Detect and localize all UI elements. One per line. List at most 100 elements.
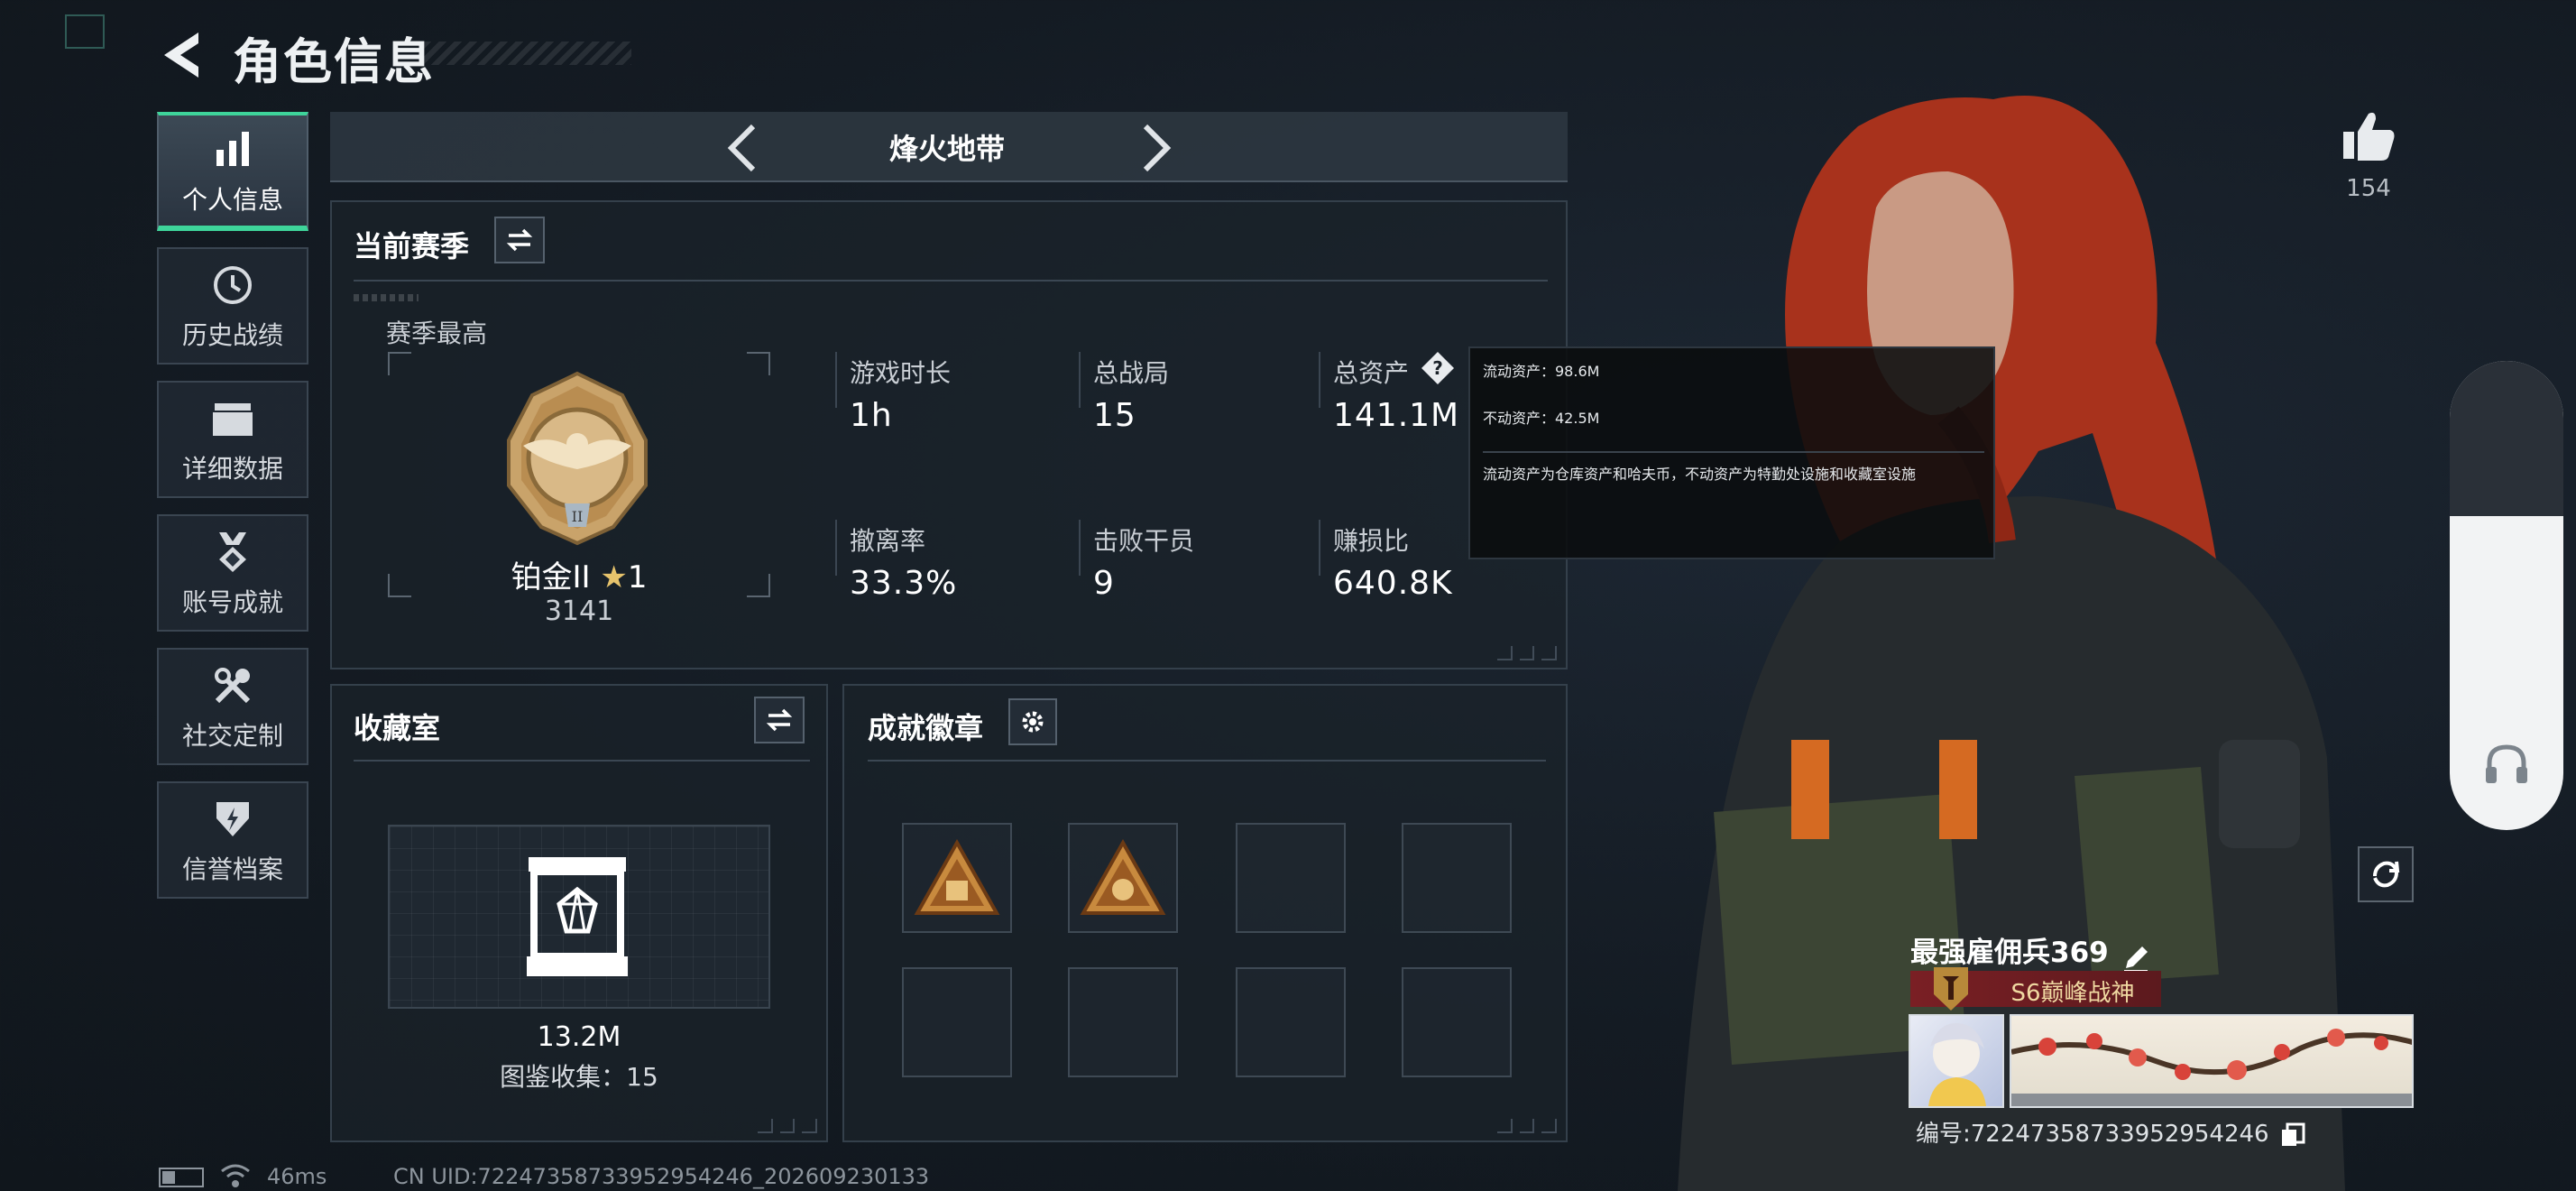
sidebar-item-details[interactable]: 详细数据 — [157, 381, 308, 498]
ping-text: 46ms — [267, 1164, 327, 1189]
sidebar-item-personal-info[interactable]: 个人信息 — [157, 112, 308, 231]
stat-divider — [1319, 352, 1320, 408]
divider — [354, 760, 810, 762]
player-id-text: 编号:722473587339529542​46 — [1916, 1121, 2269, 1148]
stat-label-extraction-rate: 撤离率 — [850, 526, 926, 556]
achievements-title: 成就徽章 — [868, 711, 984, 745]
gear-icon — [1022, 711, 1044, 733]
medal-icon — [207, 527, 258, 577]
corner-decoration — [758, 1119, 818, 1133]
player-banner[interactable] — [2010, 1014, 2414, 1108]
help-icon[interactable]: ? — [1420, 350, 1456, 386]
sidebar-item-credit[interactable]: 信誉档案 — [157, 781, 308, 899]
chevron-right-icon — [1143, 124, 1172, 172]
corner-decoration — [1497, 646, 1558, 660]
tooltip-fixed-assets: 不动资产：42.5M — [1483, 410, 1600, 427]
edit-icon[interactable] — [2121, 943, 2151, 974]
history-clock-icon — [207, 260, 258, 310]
tooltip-description: 流动资产为仓库资产和哈夫币，不动资产为特勤处设施和收藏室设施 — [1483, 466, 1917, 483]
sidebar-item-label: 历史战绩 — [181, 320, 283, 350]
stat-label-profit-ratio: 赚损比 — [1333, 526, 1410, 556]
collection-catalog: 图鉴收集：15 — [500, 1062, 658, 1092]
rank-name: 铂金II — [511, 559, 591, 596]
stat-label-total-matches: 总战局 — [1093, 358, 1170, 388]
shield-icon — [207, 794, 258, 845]
collection-value: 13.2M — [537, 1021, 621, 1053]
rank-stars: 1 — [627, 559, 648, 596]
chevron-left-icon — [727, 124, 756, 172]
player-title: S6巅峰战神 — [2010, 980, 2135, 1007]
sidebar-item-label: 账号成就 — [181, 587, 283, 617]
badge-slot-2[interactable] — [1068, 823, 1178, 933]
tooltip-divider — [1483, 451, 1984, 453]
swap-arrows-icon — [506, 228, 533, 252]
sidebar-item-achievements[interactable]: 账号成就 — [157, 514, 308, 632]
title-emblem-icon — [1930, 964, 1972, 1014]
tools-icon — [207, 660, 258, 711]
page-title: 角色信息 — [233, 33, 435, 90]
achievements-settings-button[interactable] — [1008, 698, 1057, 745]
camera-slider[interactable] — [2450, 361, 2563, 830]
copy-icon[interactable] — [2280, 1122, 2305, 1148]
svg-text:?: ? — [1432, 357, 1443, 379]
collection-title: 收藏室 — [354, 711, 441, 745]
sidebar-item-social[interactable]: 社交定制 — [157, 648, 308, 765]
swap-arrows-icon — [766, 708, 793, 732]
like-button[interactable] — [2340, 106, 2397, 164]
stat-value-total-matches: 15 — [1093, 397, 1136, 434]
uid-text: CN UID:722473587339529542​46_20260923013… — [393, 1164, 930, 1189]
thumbs-up-icon — [2343, 112, 2395, 161]
title-decoration — [424, 42, 631, 65]
badge-slot-8[interactable] — [1402, 967, 1512, 1077]
player-avatar[interactable] — [1909, 1014, 2004, 1108]
corner-deco — [65, 14, 105, 49]
badge-slot-5[interactable] — [902, 967, 1012, 1077]
mode-title: 烽火地带 — [888, 132, 1005, 166]
rotate-button[interactable] — [2358, 846, 2414, 902]
mode-prev-button[interactable] — [717, 121, 771, 175]
stat-divider — [1079, 352, 1081, 408]
corner-decoration — [1497, 1119, 1558, 1133]
rank-emblem-icon: II — [487, 368, 667, 549]
stat-divider — [835, 520, 837, 576]
back-button[interactable] — [155, 27, 209, 83]
sidebar-item-label: 详细数据 — [181, 454, 283, 484]
mode-next-button[interactable] — [1127, 121, 1182, 175]
sidebar-item-history[interactable]: 历史战绩 — [157, 247, 308, 365]
stat-divider — [1079, 520, 1081, 576]
stat-label-total-assets: 总资产 — [1333, 358, 1410, 388]
triangle-badge-icon — [1080, 839, 1166, 915]
badge-slot-7[interactable] — [1236, 967, 1346, 1077]
season-best-label: 赛季最高 — [386, 319, 488, 348]
like-count: 154 — [2346, 175, 2391, 202]
rank-score: 3141 — [544, 596, 614, 627]
player-id: 编号:722473587339529542​46 — [1916, 1115, 2305, 1149]
divider — [354, 280, 1548, 282]
stat-divider — [835, 352, 837, 408]
stat-value-profit-ratio: 640.8K — [1333, 565, 1453, 602]
stat-divider — [1319, 520, 1320, 576]
sidebar-item-label: 社交定制 — [181, 721, 283, 751]
stat-label-play-time: 游戏时长 — [850, 358, 952, 388]
refresh-icon — [2373, 861, 2400, 888]
badge-slot-1[interactable] — [902, 823, 1012, 933]
stat-value-play-time: 1h — [850, 397, 893, 434]
season-title: 当前赛季 — [354, 229, 470, 263]
sidebar-item-label: 信誉档案 — [181, 854, 283, 884]
badge-slot-6[interactable] — [1068, 967, 1178, 1077]
battery-icon — [159, 1168, 204, 1187]
svg-text:II: II — [572, 508, 584, 525]
collection-switch-button[interactable] — [754, 697, 805, 743]
display-case-icon — [525, 854, 630, 980]
folder-icon — [207, 393, 258, 444]
sidebar-item-label: 个人信息 — [181, 185, 283, 215]
back-arrow-icon — [164, 32, 198, 78]
stat-value-extraction-rate: 33.3% — [850, 565, 958, 602]
triangle-badge-icon — [914, 839, 1000, 915]
badge-slot-3[interactable] — [1236, 823, 1346, 933]
slider-handle[interactable] — [2450, 361, 2563, 516]
season-switch-button[interactable] — [494, 217, 545, 263]
bar-chart-icon — [207, 125, 258, 175]
tooltip-liquid-assets: 流动资产：98.6M — [1483, 363, 1600, 380]
badge-slot-4[interactable] — [1402, 823, 1512, 933]
